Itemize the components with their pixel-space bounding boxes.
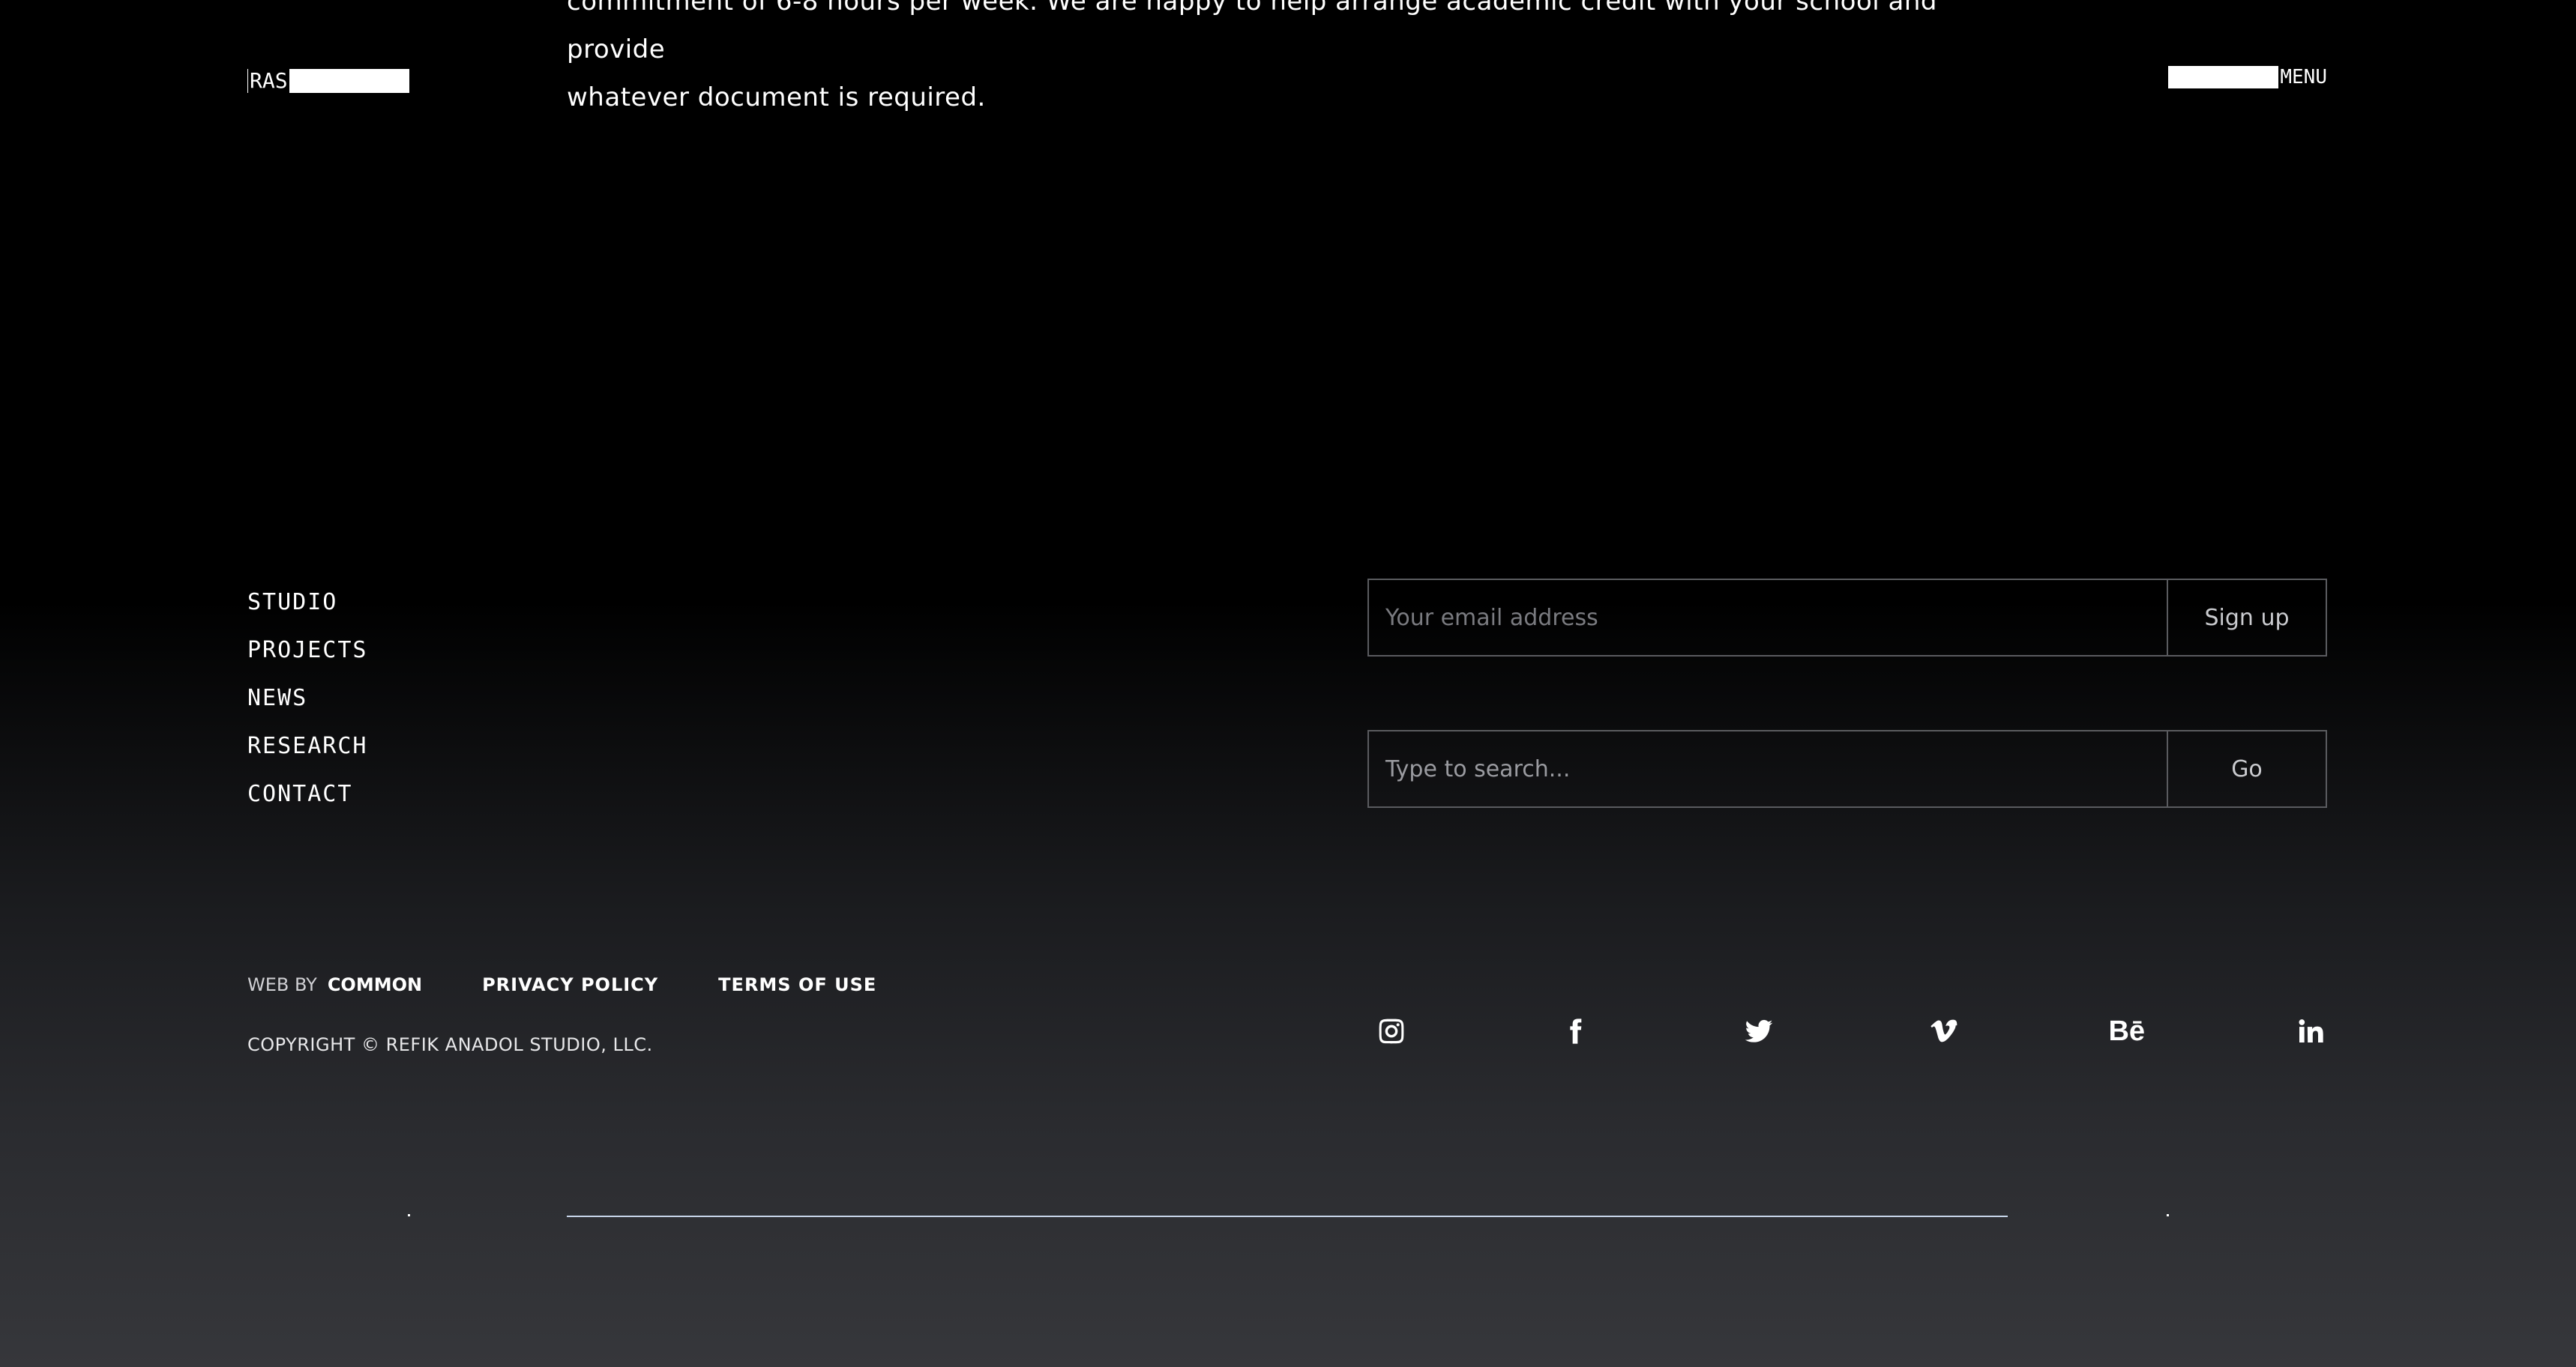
email-input[interactable]: Your email address (1367, 579, 2168, 657)
social-links: Bē (1375, 1015, 2327, 1048)
divider-tick-right (2167, 1214, 2169, 1216)
intro-line-1: commitment of 6-8 hours per week. We are… (567, 0, 1937, 64)
instagram-icon[interactable] (1375, 1015, 1408, 1048)
nav-item-contact[interactable]: CONTACT (247, 778, 368, 826)
vimeo-icon[interactable] (1927, 1015, 1960, 1048)
search-input[interactable]: Type to search... (1367, 730, 2168, 808)
nav-item-projects[interactable]: PROJECTS (247, 634, 368, 682)
email-placeholder: Your email address (1385, 604, 1598, 631)
intro-text: commitment of 6-8 hours per week. We are… (567, 0, 2006, 121)
nav-item-news[interactable]: NEWS (247, 682, 368, 730)
footer-links: WEB BY COMMON PRIVACY POLICY TERMS OF US… (247, 974, 876, 995)
twitter-icon[interactable] (1742, 1015, 1775, 1048)
go-button[interactable]: Go (2168, 730, 2327, 808)
bottom-divider (567, 1216, 2008, 1217)
newsletter-form: Your email address Sign up (1367, 579, 2327, 657)
nav-item-research[interactable]: RESEARCH (247, 730, 368, 778)
copyright-text: COPYRIGHT © REFIK ANADOL STUDIO, LLC. (247, 1034, 653, 1055)
web-by-label: WEB BY (247, 974, 317, 995)
nav-item-studio[interactable]: STUDIO (247, 586, 368, 634)
facebook-icon[interactable] (1559, 1015, 1592, 1048)
footer-nav: STUDIO PROJECTS NEWS RESEARCH CONTACT (247, 586, 368, 826)
intro-line-2: whatever document is required. (567, 82, 986, 112)
menu-label: MENU (2278, 66, 2329, 88)
behance-icon[interactable]: Bē (2108, 1015, 2146, 1048)
behance-text: Bē (2108, 1015, 2146, 1047)
sign-up-button[interactable]: Sign up (2168, 579, 2327, 657)
logo-text: RAS (248, 68, 289, 93)
site-logo[interactable]: RAS (247, 68, 409, 93)
search-placeholder: Type to search... (1385, 755, 1571, 782)
terms-of-use-link[interactable]: TERMS OF USE (718, 974, 876, 995)
menu-button[interactable]: MENU (2168, 66, 2329, 88)
search-form: Type to search... Go (1367, 730, 2327, 808)
divider-tick-left (408, 1214, 410, 1216)
linkedin-icon[interactable] (2294, 1015, 2327, 1048)
common-link[interactable]: COMMON (328, 974, 422, 995)
privacy-policy-link[interactable]: PRIVACY POLICY (482, 974, 658, 995)
